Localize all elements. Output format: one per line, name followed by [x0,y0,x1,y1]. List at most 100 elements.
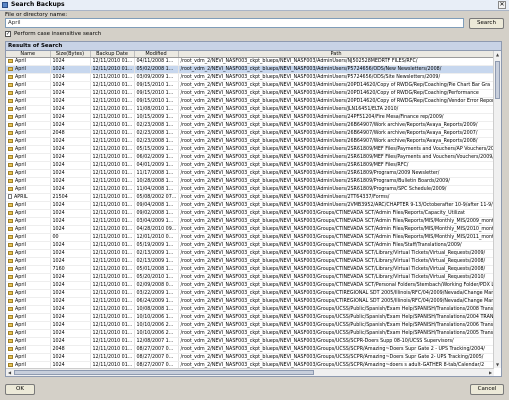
cell-name: April [6,65,51,74]
close-icon[interactable]: ✕ [498,1,506,9]
vertical-scroll-thumb[interactable] [495,61,500,99]
cell-modified-text: 08/27/2007 0... [136,355,174,360]
cell-backup-date-text: 12/11/2010 01... [92,291,133,296]
table-row[interactable]: April 1024 12/11/2010 01... 04/01/2009 1...… [6,161,494,170]
scroll-up-icon[interactable]: ▲ [494,51,501,58]
cell-backup-date: 12/11/2010 01... [90,65,135,74]
table-row[interactable]: April 1024 12/11/2010 01... 05/19/2009 1...… [6,241,494,250]
cell-name: April [6,233,51,242]
cell-backup-date-text: 12/11/2010 01... [92,67,133,72]
cell-backup-date: 12/11/2010 01... [90,57,135,66]
table-row[interactable]: April 1024 12/11/2010 01... 09/15/2010 1...… [6,97,494,106]
table-row[interactable]: April 1024 12/11/2010 01... 05/15/2009 1...… [6,145,494,154]
table-row[interactable]: April 1024 12/11/2010 01... 09/04/2008 1...… [6,201,494,210]
search-input[interactable]: April [5,18,464,28]
table-row[interactable]: April 7160 12/11/2010 01... 05/01/2008 1...… [6,265,494,274]
table-row[interactable]: April 1024 12/11/2010 01... 11/04/2008 1...… [6,185,494,194]
table-row[interactable]: April 1024 12/11/2010 01... 10/08/2008 1...… [6,305,494,314]
cell-size: 1024 [50,217,91,226]
table-row[interactable]: April 1024 12/11/2010 01... 12/08/2007 1...… [6,337,494,346]
scroll-down-icon[interactable]: ▼ [494,361,501,368]
cell-path: /root_vdm_2/NEVI_NASF003_ckpt_blueps/NEV… [178,161,494,170]
folder-icon [8,123,13,127]
cell-name: April [6,217,51,226]
cell-path-text: /root_vdm_2/NEVI_NASF003_ckpt_blueps/NEV… [180,139,478,144]
table-row[interactable]: April 1024 12/11/2010 01... 10/10/2006 1...… [6,313,494,322]
cancel-button[interactable]: Cancel [470,384,504,395]
table-row[interactable]: April 1024 12/11/2010 01... 10/10/2006 2...… [6,329,494,338]
table-row[interactable]: April 1024 12/11/2010 01... 10/15/2009 1...… [6,113,494,122]
cell-backup-date: 12/11/2010 01... [90,337,135,346]
cell-size: 1024 [50,225,91,234]
table-row[interactable]: April 2048 12/11/2010 01... 08/27/2007 0...… [6,345,494,354]
horizontal-scrollbar[interactable]: ◀ ▶ [6,368,494,376]
cell-modified: 04/01/2009 1... [134,161,179,170]
horizontal-scroll-thumb[interactable] [14,370,314,375]
cell-modified: 12/08/2007 1... [134,337,179,346]
table-row[interactable]: April 1024 12/11/2010 01... 05/02/2008 1...… [6,65,494,74]
file-icon [8,194,12,199]
cell-modified-text: 03/22/2009 1... [136,291,174,296]
cell-modified: 03/04/2009 1... [134,217,179,226]
table-row[interactable]: April 1024 12/11/2010 01... 03/04/2009 1...… [6,217,494,226]
cell-size: 1024 [50,57,91,66]
cell-name-text: April [15,235,26,240]
table-row[interactable]: April 1024 12/11/2010 01... 05/20/2010 1...… [6,273,494,282]
table-row[interactable]: April 1024 12/11/2010 01... 02/23/2008 1...… [6,137,494,146]
cell-size-text: 1024 [52,339,65,344]
cell-backup-date: 12/11/2010 01... [90,193,135,202]
cell-size: 1024 [50,97,91,106]
table-row[interactable]: April 1024 12/11/2010 01... 02/13/2009 1...… [6,249,494,258]
cell-modified-text: 10/08/2008 1... [136,307,174,312]
cell-name-text: April [15,147,26,152]
table-row[interactable]: April 1024 12/11/2010 01... 06/02/2009 1...… [6,153,494,162]
cell-path-text: /root_vdm_2/NEVI_NASF003_ckpt_blueps/NEV… [180,283,494,288]
case-insensitive-checkbox[interactable]: ✓ [5,31,11,37]
table-row[interactable]: April 1024 12/11/2010 01... 04/11/2008 1...… [6,57,494,66]
cell-name: April [6,249,51,258]
cell-backup-date: 12/11/2010 01... [90,129,135,138]
table-row[interactable]: April 1024 12/11/2010 01... 09/15/2010 1...… [6,81,494,90]
table-row[interactable]: April 1024 12/11/2010 01... 11/08/2010 1...… [6,105,494,114]
table-row[interactable]: April 1024 12/11/2010 01... 06/24/2009 1...… [6,297,494,306]
cell-modified-text: 11/04/2008 1... [136,187,174,192]
search-button[interactable]: Search [469,18,504,29]
cell-modified-text: 05/08/2002 07... [136,195,177,200]
table-row[interactable]: April 1024 12/11/2010 01... 11/17/2008 1...… [6,169,494,178]
cell-path-text: /root_vdm_2/NEVI_NASF003_ckpt_blueps/NEV… [180,299,494,304]
ok-button[interactable]: OK [5,384,35,395]
folder-icon [8,307,13,311]
cell-path-text: /root_vdm_2/NEVI_NASF003_ckpt_blueps/NEV… [180,347,485,352]
cell-path-text: /root_vdm_2/NEVI_NASF003_ckpt_blueps/NEV… [180,115,444,120]
cell-size: 1024 [50,321,91,330]
scroll-right-icon[interactable]: ▶ [487,369,494,376]
cell-modified-text: 05/19/2009 1... [136,243,174,248]
cell-modified-text: 09/15/2010 1... [136,83,174,88]
table-row[interactable]: April 00 12/11/2010 01... 12/01/2010 0... /r… [6,233,494,242]
table-row[interactable]: April 1024 12/11/2010 01... 09/15/2010 1...… [6,89,494,98]
cell-size: 1024 [50,353,91,362]
cell-size: 1024 [50,145,91,154]
table-row[interactable]: April 1024 12/11/2010 01... 02/09/2008 0...… [6,281,494,290]
table-row[interactable]: April 1024 12/11/2010 01... 03/09/2009 1...… [6,73,494,82]
table-row[interactable]: April 1024 12/11/2010 01... 10/10/2006 2...… [6,321,494,330]
table-row[interactable]: APRIL 21504 12/11/2010 01... 05/08/2002 07.… [6,193,494,202]
vertical-scrollbar[interactable]: ▲ ▼ [493,51,501,368]
cell-backup-date-text: 12/11/2010 01... [92,251,133,256]
cell-backup-date: 12/11/2010 01... [90,257,135,266]
table-row[interactable]: April 1024 12/11/2010 01... 02/23/2008 1...… [6,121,494,130]
cell-path-text: /root_vdm_2/NEVI_NASF003_ckpt_blueps/NEV… [180,331,494,336]
cell-size-text: 21504 [52,195,68,200]
cell-size: 1024 [50,201,91,210]
table-row[interactable]: April 1024 12/11/2010 01... 10/28/2008 1...… [6,177,494,186]
table-row[interactable]: April 1024 12/11/2010 01... 02/13/2009 1...… [6,257,494,266]
results-table[interactable]: Name Size(Bytes) Backup Date Modified Pa… [6,51,494,368]
table-row[interactable]: April 1024 12/11/2010 01... 08/27/2007 0...… [6,353,494,362]
table-row[interactable]: April 1024 12/11/2010 01... 04/28/2010 09..… [6,225,494,234]
cell-path-text: /root_vdm_2/NEVI_NASF003_ckpt_blueps/NEV… [180,203,494,208]
scroll-left-icon[interactable]: ◀ [6,369,13,376]
table-row[interactable]: April 2048 12/11/2010 01... 02/23/2008 1...… [6,129,494,138]
table-row[interactable]: April 1024 12/11/2010 01... 09/02/2008 1...… [6,209,494,218]
table-row[interactable]: April 1024 12/11/2010 01... 03/22/2009 1...… [6,289,494,298]
cell-path: /root_vdm_2/NEVI_NASF003_ckpt_blueps/NEV… [178,297,494,306]
